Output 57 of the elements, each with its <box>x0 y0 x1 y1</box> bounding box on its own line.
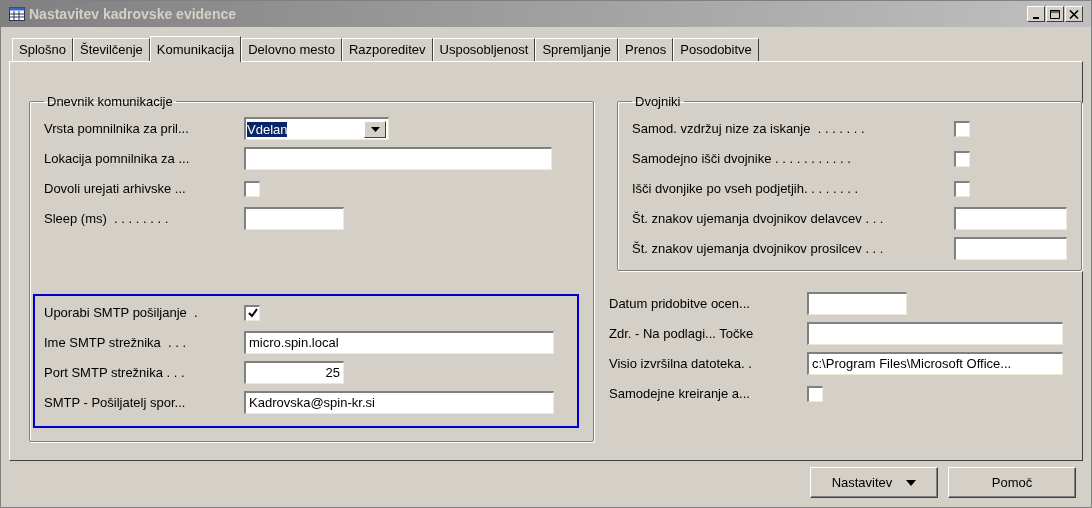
field-label: Št. znakov ujemanja dvojnikov delavcev . . . <box>632 209 885 228</box>
table-icon <box>9 7 25 21</box>
field-label: Ime SMTP strežnika . . . <box>44 333 188 352</box>
tab[interactable]: Komunikacija <box>149 36 242 62</box>
text-field[interactable]: c:\Program Files\Microsoft Office... <box>807 352 1063 375</box>
tab[interactable]: Številčenje <box>73 38 150 61</box>
text-field[interactable]: micro.spin.local <box>244 331 554 354</box>
tab[interactable]: Razporeditev <box>341 38 433 61</box>
field-label: Samodejno išči dvojnike . . . . . . . . . . . <box>632 149 852 168</box>
window-title: Nastavitev kadrovske evidence <box>29 4 237 24</box>
checkbox[interactable] <box>244 180 260 197</box>
close-button[interactable] <box>1065 6 1083 22</box>
field-label: Visio izvršilna datoteka. . <box>609 354 753 373</box>
checkmark-icon <box>247 308 258 318</box>
text-field[interactable] <box>244 147 552 170</box>
tab[interactable]: Spremljanje <box>535 38 619 61</box>
field-label: Vrsta pomnilnika za pril... <box>44 119 190 138</box>
field-label: Samodejne kreiranje a... <box>609 384 751 403</box>
checkbox[interactable] <box>954 180 970 197</box>
field-label: Uporabi SMTP pošiljanje . <box>44 303 199 322</box>
field-label: Datum pridobitve ocen... <box>609 294 751 313</box>
text-field[interactable] <box>244 207 344 230</box>
text-field[interactable] <box>807 292 907 315</box>
number-field[interactable]: 25 <box>244 361 344 384</box>
checkbox[interactable] <box>954 120 970 137</box>
tab[interactable]: Prenos <box>618 38 674 61</box>
minimize-button[interactable] <box>1027 6 1045 22</box>
field-label: Sleep (ms) . . . . . . . . <box>44 209 170 228</box>
checkbox[interactable] <box>244 304 260 321</box>
help-button[interactable]: Pomoč <box>948 467 1076 498</box>
field-label: Išči dvonjike po vseh podjetjih. . . . . . . . <box>632 179 860 198</box>
field-label: Port SMTP strežnika . . . <box>44 363 186 382</box>
checkbox[interactable] <box>807 385 823 402</box>
text-field[interactable] <box>807 322 1063 345</box>
field-label: Lokacija pomnilnika za ... <box>44 149 191 168</box>
text-field[interactable]: Kadrovska@spin-kr.si <box>244 391 554 414</box>
tab[interactable]: Splošno <box>12 38 73 61</box>
maximize-button[interactable] <box>1046 6 1064 22</box>
dropdown-field[interactable]: Vdelan <box>244 117 389 140</box>
close-icon <box>1069 9 1079 19</box>
menu-button[interactable]: Nastavitev <box>810 467 938 498</box>
maximize-icon <box>1050 9 1060 19</box>
field-label: Zdr. - Na podlagi... Točke <box>609 324 755 343</box>
tab[interactable]: Usposobljenost <box>432 38 536 61</box>
group-title: Dnevnik komunikacije <box>46 93 174 111</box>
field-label: Samod. vzdržuj nize za iskanje . . . . . . . <box>632 119 866 138</box>
text-field[interactable] <box>954 237 1067 260</box>
text-field[interactable] <box>954 207 1067 230</box>
field-label: Dovoli urejati arhivske ... <box>44 179 187 198</box>
field-label: SMTP - Pošiljatelj spor... <box>44 393 187 412</box>
minimize-icon <box>1033 16 1039 19</box>
tab[interactable]: Posodobitve <box>673 38 759 61</box>
checkbox[interactable] <box>954 150 970 167</box>
group-title: Dvojniki <box>634 93 682 111</box>
tab[interactable]: Delovno mesto <box>241 38 342 61</box>
field-label: Št. znakov ujemanja dvojnikov prosilcev . . . <box>632 239 885 258</box>
caret-icon <box>906 479 917 486</box>
